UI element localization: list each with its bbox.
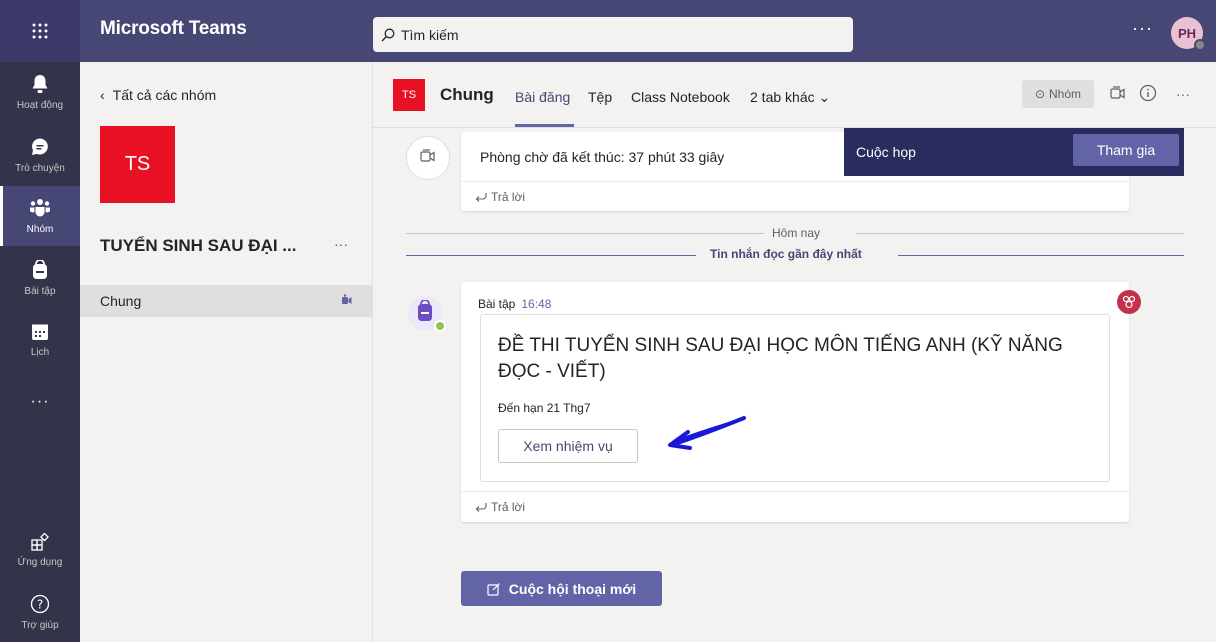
assignments-bot-avatar xyxy=(408,296,446,332)
rail-item-activity[interactable]: Hoạt động xyxy=(0,62,80,122)
rail-item-label: Nhóm xyxy=(26,223,54,235)
help-icon: ? xyxy=(30,594,50,617)
rail-item-apps[interactable]: Ứng dụng xyxy=(0,520,80,580)
assignment-title: ĐỀ THI TUYỂN SINH SAU ĐẠI HỌC MÔN TIẾNG … xyxy=(498,335,1063,382)
tab-more-tabs[interactable]: 2 tab khác ⌄ xyxy=(750,89,830,106)
team-name: TUYỂN SINH SAU ĐẠI ... xyxy=(100,236,297,255)
avatar-initials: PH xyxy=(1177,25,1197,41)
rail-item-label: Trợ giúp xyxy=(21,619,59,631)
channel-team-logo: TS xyxy=(393,79,425,111)
more-options-icon[interactable]: ··· xyxy=(1132,18,1153,39)
active-tab-indicator xyxy=(515,124,574,127)
channel-more-options-icon[interactable]: ··· xyxy=(1176,86,1190,102)
assignment-card: ĐỀ THI TUYỂN SINH SAU ĐẠI HỌC MÔN TIẾNG … xyxy=(480,314,1110,482)
team-panel: ‹ Tất cả các nhóm TS TUYỂN SINH SAU ĐẠI .… xyxy=(80,62,373,642)
channel-label: Chung xyxy=(100,293,142,309)
meeting-post-avatar xyxy=(406,136,450,180)
meeting-banner-label: Cuộc họp xyxy=(856,144,916,160)
rail-item-label: Trò chuyện xyxy=(15,162,65,174)
rail-item-label: Lịch xyxy=(30,346,50,358)
tab-class-notebook[interactable]: Class Notebook xyxy=(631,89,730,105)
reply-link[interactable]: Trả lời xyxy=(461,491,1129,521)
rail-item-assignments[interactable]: Bài tập xyxy=(0,248,80,308)
meeting-ended-text: Phòng chờ đã kết thúc: 37 phút 33 giây xyxy=(480,149,725,165)
chevron-left-icon: ‹ xyxy=(100,87,105,103)
reply-link[interactable]: Trả lời xyxy=(461,181,1129,211)
compose-icon xyxy=(487,582,500,596)
svg-text:?: ? xyxy=(37,597,43,611)
presence-indicator xyxy=(1194,39,1206,51)
divider-line xyxy=(856,233,1184,234)
reply-icon xyxy=(475,192,487,202)
search-icon xyxy=(381,28,395,41)
new-conversation-label: Cuộc hội thoại mới xyxy=(508,580,637,597)
rail-item-calendar[interactable]: Lịch xyxy=(0,310,80,370)
bell-icon xyxy=(31,74,49,97)
channel-title: Chung xyxy=(440,85,494,104)
assignment-due-date: Đến hạn 21 Thg7 xyxy=(498,401,591,415)
more-icon: ··· xyxy=(30,393,50,410)
rail-item-more[interactable]: ··· xyxy=(0,372,80,432)
back-link-label: Tất cả các nhóm xyxy=(112,87,217,103)
tab-files[interactable]: Tệp xyxy=(588,89,612,105)
apps-icon xyxy=(31,532,49,554)
chat-icon xyxy=(30,137,50,160)
rail-item-chat[interactable]: Trò chuyện xyxy=(0,125,80,185)
meeting-banner: Cuộc họp Tham gia xyxy=(844,128,1184,176)
last-read-divider-line xyxy=(406,255,696,256)
tab-posts[interactable]: Bài đăng xyxy=(515,89,570,105)
top-bar: Microsoft Teams Tìm kiếm ··· PH xyxy=(0,0,1216,62)
rail-item-teams[interactable]: Nhóm xyxy=(0,186,80,246)
rail-item-label: Bài tập xyxy=(24,285,56,297)
team-button-label: Nhóm xyxy=(1049,87,1082,101)
reaction-badge-icon[interactable] xyxy=(1117,290,1141,314)
app-launcher-icon[interactable] xyxy=(0,0,80,62)
message-timestamp: 16:48 xyxy=(521,297,552,311)
team-button[interactable]: ⊙ Nhóm xyxy=(1022,80,1094,108)
new-conversation-button[interactable]: Cuộc hội thoại mới xyxy=(461,571,662,606)
avatar[interactable]: PH xyxy=(1171,17,1206,51)
annotation-arrow-icon xyxy=(668,416,746,450)
meet-now-icon[interactable] xyxy=(1110,84,1126,107)
join-meeting-button[interactable]: Tham gia xyxy=(1073,134,1179,166)
search-input[interactable]: Tìm kiếm xyxy=(373,17,853,52)
backpack-icon xyxy=(31,258,49,283)
message-author: Bài tập xyxy=(478,297,516,311)
info-icon[interactable] xyxy=(1139,84,1157,107)
eye-icon: ⊙ xyxy=(1034,87,1046,101)
reply-label: Trả lời xyxy=(491,499,526,514)
rail-item-label: Ứng dụng xyxy=(17,556,63,568)
rail-item-help[interactable]: ? Trợ giúp xyxy=(0,582,80,642)
backpack-icon xyxy=(416,298,434,327)
app-title: Microsoft Teams xyxy=(100,18,247,39)
search-placeholder: Tìm kiếm xyxy=(401,26,459,43)
reply-label: Trả lời xyxy=(491,189,526,204)
divider-line xyxy=(406,233,764,234)
video-camera-icon xyxy=(420,147,436,170)
app-rail: Hoạt động Trò chuyện Nhóm Bài tập Lịch ·… xyxy=(0,62,80,642)
view-assignment-button[interactable]: Xem nhiệm vụ xyxy=(498,429,638,463)
last-read-label: Tin nhắn đọc gần đây nhất xyxy=(710,247,862,261)
meeting-live-icon xyxy=(342,293,352,309)
back-to-all-teams-link[interactable]: ‹ Tất cả các nhóm xyxy=(100,87,216,103)
today-divider-label: Hôm nay xyxy=(772,226,821,240)
team-logo: TS xyxy=(100,126,175,203)
rail-item-label: Hoạt động xyxy=(16,99,64,111)
teams-icon xyxy=(29,198,51,221)
presence-indicator xyxy=(434,320,446,332)
calendar-icon xyxy=(31,323,49,344)
team-more-options-icon[interactable]: ··· xyxy=(334,236,348,252)
channel-header: TS Chung Bài đăng Tệp Class Notebook 2 t… xyxy=(373,62,1216,128)
last-read-divider-line xyxy=(898,255,1184,256)
channel-item-general[interactable]: Chung xyxy=(80,285,372,317)
reply-icon xyxy=(475,502,487,512)
message-header: Bài tập 16:48 xyxy=(478,297,551,311)
